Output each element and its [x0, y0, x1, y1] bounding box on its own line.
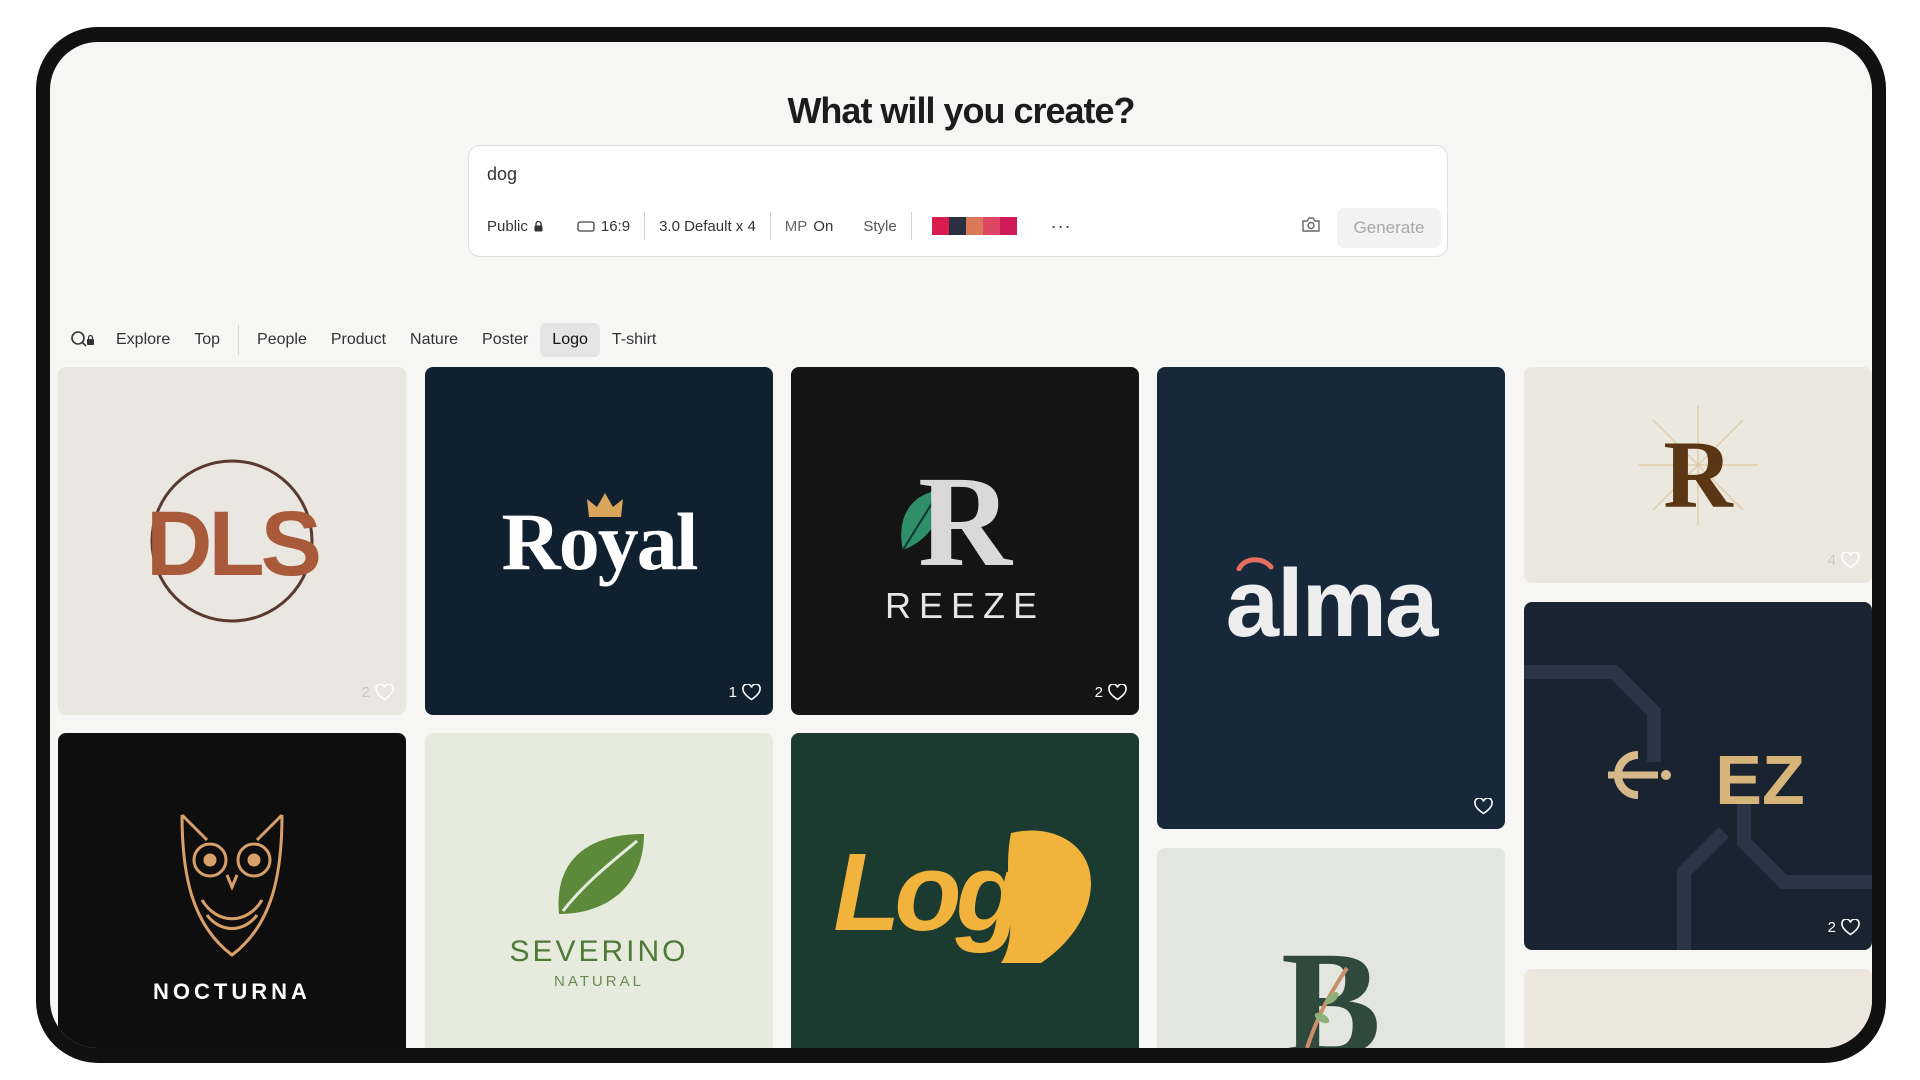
palette-swatch [982, 217, 1000, 235]
ez-logo-text: EZ [1715, 741, 1805, 819]
aspect-ratio-icon [577, 220, 595, 232]
palette-swatch [965, 217, 983, 235]
palette-swatch [931, 217, 949, 235]
alma-logo-text: alma [1225, 550, 1439, 657]
search-button[interactable] [70, 330, 96, 350]
reeze-logo-text: REEZE [884, 585, 1046, 626]
gallery-card-severino[interactable]: SEVERINO NATURAL [425, 733, 773, 1048]
aspect-ratio-value: 16:9 [600, 217, 631, 235]
gallery-card-ez[interactable]: EZ 2 [1524, 602, 1872, 950]
like-counter[interactable]: 4 [1828, 552, 1860, 569]
gallery-card-logo-lion[interactable]: Log [791, 733, 1139, 1048]
magic-prompt-value: On [813, 217, 834, 235]
filter-top[interactable]: Top [182, 323, 232, 357]
dls-logo-text: DLS [146, 493, 322, 595]
like-count: 2 [361, 684, 370, 701]
gallery-card-royal[interactable]: Royal 1 [425, 367, 773, 715]
like-count: 2 [1094, 684, 1103, 701]
severino-subtext: NATURAL [554, 973, 644, 990]
nocturna-logo-text: NOCTURNA [153, 979, 311, 1004]
gallery-card-nocturna[interactable]: NOCTURNA [58, 733, 406, 1048]
gallery-card-lion-r[interactable]: R 4 [1524, 367, 1872, 583]
like-counter[interactable] [1469, 798, 1493, 815]
gallery-card-bottom-right[interactable] [1524, 969, 1872, 1048]
model-selector[interactable]: 3.0 Default x 4 [659, 218, 756, 235]
camera-icon [1302, 217, 1320, 232]
palette-swatch [948, 217, 966, 235]
page-title: What will you create? [787, 90, 1135, 131]
device-frame: What will you create? dog Public 16:9 3.… [36, 27, 1886, 1063]
visibility-label: Public [487, 217, 528, 235]
image-upload-button[interactable] [1301, 216, 1321, 238]
aspect-ratio-selector[interactable]: 16:9 [577, 218, 630, 235]
divider [910, 212, 912, 240]
divider [238, 325, 240, 355]
category-filters: Explore Top People Product Nature Poster… [70, 320, 668, 360]
prompt-options: Public 16:9 3.0 Default x 4 MP On Style [487, 208, 1072, 244]
gallery-card-reeze[interactable]: R REEZE 2 [791, 367, 1139, 715]
heart-icon [375, 684, 394, 701]
heart-icon [1841, 552, 1860, 569]
like-count: 2 [1827, 919, 1836, 936]
like-counter[interactable]: 2 [1095, 684, 1127, 701]
divider [644, 212, 646, 240]
filter-people[interactable]: People [245, 323, 319, 357]
heart-icon [1108, 684, 1127, 701]
filter-poster[interactable]: Poster [470, 323, 540, 357]
search-icon [71, 331, 94, 347]
filter-product[interactable]: Product [319, 323, 398, 357]
color-palette-selector[interactable] [931, 217, 1017, 235]
like-counter[interactable]: 2 [1828, 919, 1860, 936]
gallery-card-b-leaf[interactable]: B [1157, 848, 1505, 1048]
gallery-card-dls[interactable]: DLS 2 [58, 367, 406, 715]
more-options-button[interactable]: ··· [1051, 216, 1072, 237]
palette-swatch [999, 217, 1017, 235]
like-counter[interactable]: 2 [362, 684, 394, 701]
leaf-icon [558, 834, 644, 914]
magic-prompt-label: MP [784, 217, 808, 235]
style-label: Style [863, 217, 897, 235]
reeze-mark: R [918, 450, 1012, 594]
severino-logo-text: SEVERINO [509, 935, 689, 968]
lion-r-mark: R [1663, 421, 1733, 528]
heart-icon [1841, 919, 1860, 936]
heart-icon [742, 684, 761, 701]
style-selector[interactable]: Style [863, 218, 896, 235]
gallery-card-alma[interactable]: alma [1157, 367, 1505, 829]
royal-logo-text: Royal [501, 496, 699, 587]
logo-lion-text: Log [833, 831, 1023, 954]
filter-logo[interactable]: Logo [540, 323, 600, 357]
generate-button[interactable]: Generate [1337, 208, 1441, 248]
branch-icon [1305, 966, 1349, 1048]
magic-prompt-toggle[interactable]: MP On [785, 218, 834, 235]
heart-icon [1474, 798, 1493, 815]
filter-tshirt[interactable]: T-shirt [600, 323, 668, 357]
model-value: 3.0 Default x 4 [659, 217, 756, 235]
like-count: 4 [1827, 552, 1836, 569]
divider [769, 212, 771, 240]
filter-explore[interactable]: Explore [104, 323, 182, 357]
visibility-toggle[interactable]: Public [487, 218, 543, 235]
app-screen: What will you create? dog Public 16:9 3.… [50, 42, 1872, 1048]
filter-nature[interactable]: Nature [398, 323, 470, 357]
prompt-panel: dog Public 16:9 3.0 Default x 4 MP On St… [468, 145, 1448, 257]
like-counter[interactable]: 1 [729, 684, 761, 701]
owl-icon [180, 813, 284, 957]
lock-icon [534, 220, 543, 231]
prompt-input[interactable]: dog [487, 164, 517, 185]
like-count: 1 [728, 684, 737, 701]
